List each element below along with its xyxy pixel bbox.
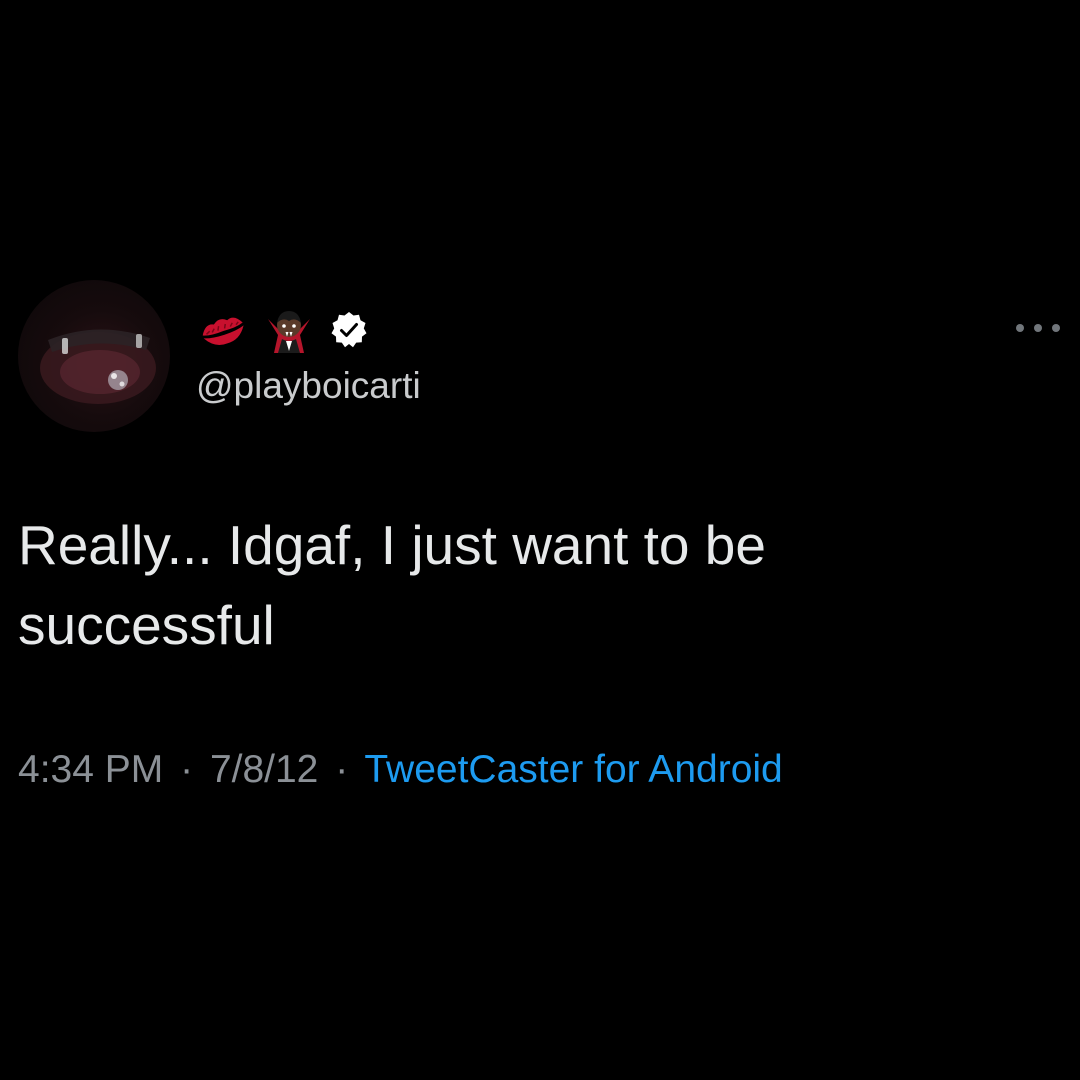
tweet-text: Really... Idgaf, I just want to be succe… bbox=[18, 514, 766, 656]
tweet-metadata: 4:34 PM · 7/8/12 · TweetCaster for Andro… bbox=[18, 742, 783, 798]
avatar[interactable] bbox=[18, 280, 170, 432]
meta-separator: · bbox=[180, 748, 194, 791]
tweet-source-link[interactable]: TweetCaster for Android bbox=[364, 748, 782, 791]
author-handle[interactable]: @playboicarti bbox=[196, 362, 421, 410]
kiss-mark-icon bbox=[202, 317, 244, 345]
more-options-icon[interactable] bbox=[1016, 316, 1060, 340]
tweet-time[interactable]: 4:34 PM bbox=[18, 748, 163, 791]
dot bbox=[1034, 324, 1042, 332]
tweet-date[interactable]: 7/8/12 bbox=[210, 748, 318, 791]
meta-separator: · bbox=[335, 748, 349, 791]
dot bbox=[1016, 324, 1024, 332]
display-name-row[interactable] bbox=[198, 302, 368, 358]
vampire-icon bbox=[268, 311, 310, 353]
tweet-card: @playboicarti Really... Idgaf, I just wa… bbox=[0, 0, 1080, 1080]
verified-badge-icon bbox=[331, 312, 367, 348]
dot bbox=[1052, 324, 1060, 332]
